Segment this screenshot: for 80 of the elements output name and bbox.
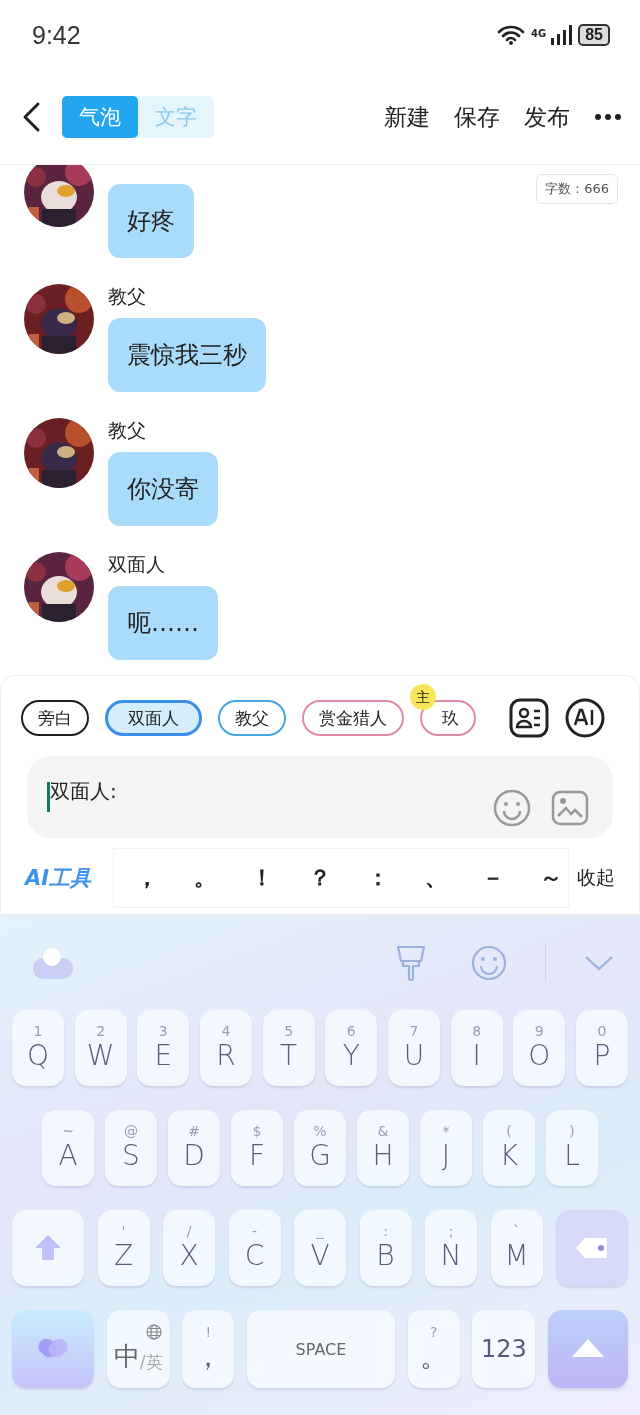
punctuation-key[interactable]: ～ <box>533 863 568 893</box>
message-bubble: 震惊我三秒 <box>108 318 266 392</box>
ai-tools-link[interactable]: AI工具 <box>25 864 113 892</box>
word-count: 字数：666 <box>536 174 618 204</box>
ai-button[interactable] <box>565 698 605 738</box>
header-action[interactable]: 新建 <box>384 101 430 133</box>
keyboard-key[interactable]: * J <box>420 1110 472 1186</box>
network-label: 4G <box>531 28 547 39</box>
input-field[interactable]: 双面人: <box>27 756 613 838</box>
theme-key[interactable] <box>12 1310 94 1388</box>
punctuation-key[interactable]: ： <box>360 863 395 893</box>
keyboard-key[interactable]: - C <box>228 1210 281 1286</box>
sender-name: 双面人 <box>108 552 165 576</box>
punctuation-key[interactable]: 、 <box>418 863 453 893</box>
battery-indicator: 85 <box>578 24 610 46</box>
keyboard-key[interactable]: ~ A <box>42 1110 94 1186</box>
keyboard-key[interactable]: ' Z <box>97 1210 150 1286</box>
role-chip[interactable]: 教父 <box>218 700 286 736</box>
role-chip[interactable]: 旁白 <box>21 700 89 736</box>
message-bubble: 好疼 <box>108 184 194 258</box>
header-action[interactable]: 保存 <box>454 101 500 133</box>
keyboard-key[interactable]: ) L <box>546 1110 598 1186</box>
keyboard-key[interactable]: 1 Q <box>12 1010 64 1086</box>
keyboard-key[interactable]: ? 。 <box>407 1310 460 1388</box>
punctuation-key[interactable]: ！ <box>245 863 280 893</box>
punctuation-key[interactable]: － <box>476 863 511 893</box>
keyboard-key[interactable]: 8 I <box>450 1010 503 1086</box>
keyboard-key[interactable]: # D <box>168 1110 220 1186</box>
space-key[interactable]: SPACE <box>246 1310 395 1388</box>
backspace-icon <box>575 1237 609 1259</box>
smiley-icon[interactable] <box>493 789 531 827</box>
message-bubble: 你没寄 <box>108 452 218 526</box>
keyboard-key[interactable]: ! ， <box>182 1310 235 1388</box>
chevron-down-icon[interactable] <box>584 954 614 971</box>
role-chip[interactable]: 赏金猎人 <box>302 700 404 736</box>
enter-key[interactable] <box>547 1310 628 1388</box>
keyboard-key[interactable]: ( K <box>483 1110 535 1186</box>
brush-icon[interactable] <box>395 943 427 982</box>
sender-name: 教父 <box>108 284 146 308</box>
signal-icon <box>551 25 574 45</box>
role-chip[interactable]: 双面人 <box>105 700 202 736</box>
number-key[interactable]: 123 <box>472 1310 536 1388</box>
contact-card-icon[interactable] <box>509 698 549 738</box>
punctuation-key[interactable]: ？ <box>303 863 338 893</box>
keyboard-key[interactable]: / X <box>163 1210 215 1286</box>
punctuation-key[interactable]: ， <box>130 863 164 893</box>
smiley-icon[interactable] <box>471 944 507 981</box>
globe-icon <box>145 1324 162 1340</box>
keyboard-key[interactable]: 6 Y <box>325 1010 378 1086</box>
keyboard-key[interactable]: 0 P <box>575 1010 628 1086</box>
arrow-up-icon <box>33 1233 63 1263</box>
triangle-icon <box>570 1338 605 1360</box>
sender-name: 教父 <box>108 418 146 442</box>
keyboard-key[interactable]: ` M <box>490 1210 543 1286</box>
keyboard-key[interactable]: 3 E <box>137 1010 190 1086</box>
message-bubble: 呃…… <box>108 586 218 660</box>
keyboard-key[interactable]: 2 W <box>74 1010 127 1086</box>
keyboard-key[interactable]: & H <box>357 1110 409 1186</box>
keyboard-key[interactable]: 7 U <box>387 1010 440 1086</box>
keyboard-key[interactable]: % G <box>294 1110 346 1186</box>
collapse-button[interactable]: 收起 <box>577 865 615 891</box>
status-time: 9:42 <box>32 20 81 50</box>
wifi-icon <box>496 24 527 46</box>
cloud-icon[interactable] <box>32 945 74 980</box>
keyboard-key[interactable]: 9 O <box>513 1010 566 1086</box>
back-icon[interactable] <box>22 101 42 133</box>
keyboard-key[interactable]: $ F <box>231 1110 283 1186</box>
backspace-key[interactable] <box>556 1210 628 1286</box>
keyboard-key[interactable]: @ S <box>105 1110 157 1186</box>
keyboard-key[interactable]: _ V <box>294 1210 346 1286</box>
header-action[interactable]: 发布 <box>524 101 570 133</box>
main-badge: 主 <box>410 684 436 710</box>
more-icon[interactable] <box>594 113 622 121</box>
shift-key[interactable] <box>12 1210 84 1286</box>
keyboard-key[interactable]: 4 R <box>199 1010 252 1086</box>
image-icon[interactable] <box>551 790 589 826</box>
keyboard-key[interactable]: 5 T <box>262 1010 315 1086</box>
keyboard-key[interactable]: : B <box>359 1210 412 1286</box>
punctuation-key[interactable]: 。 <box>187 863 222 893</box>
keyboard-key[interactable]: ; N <box>425 1210 477 1286</box>
